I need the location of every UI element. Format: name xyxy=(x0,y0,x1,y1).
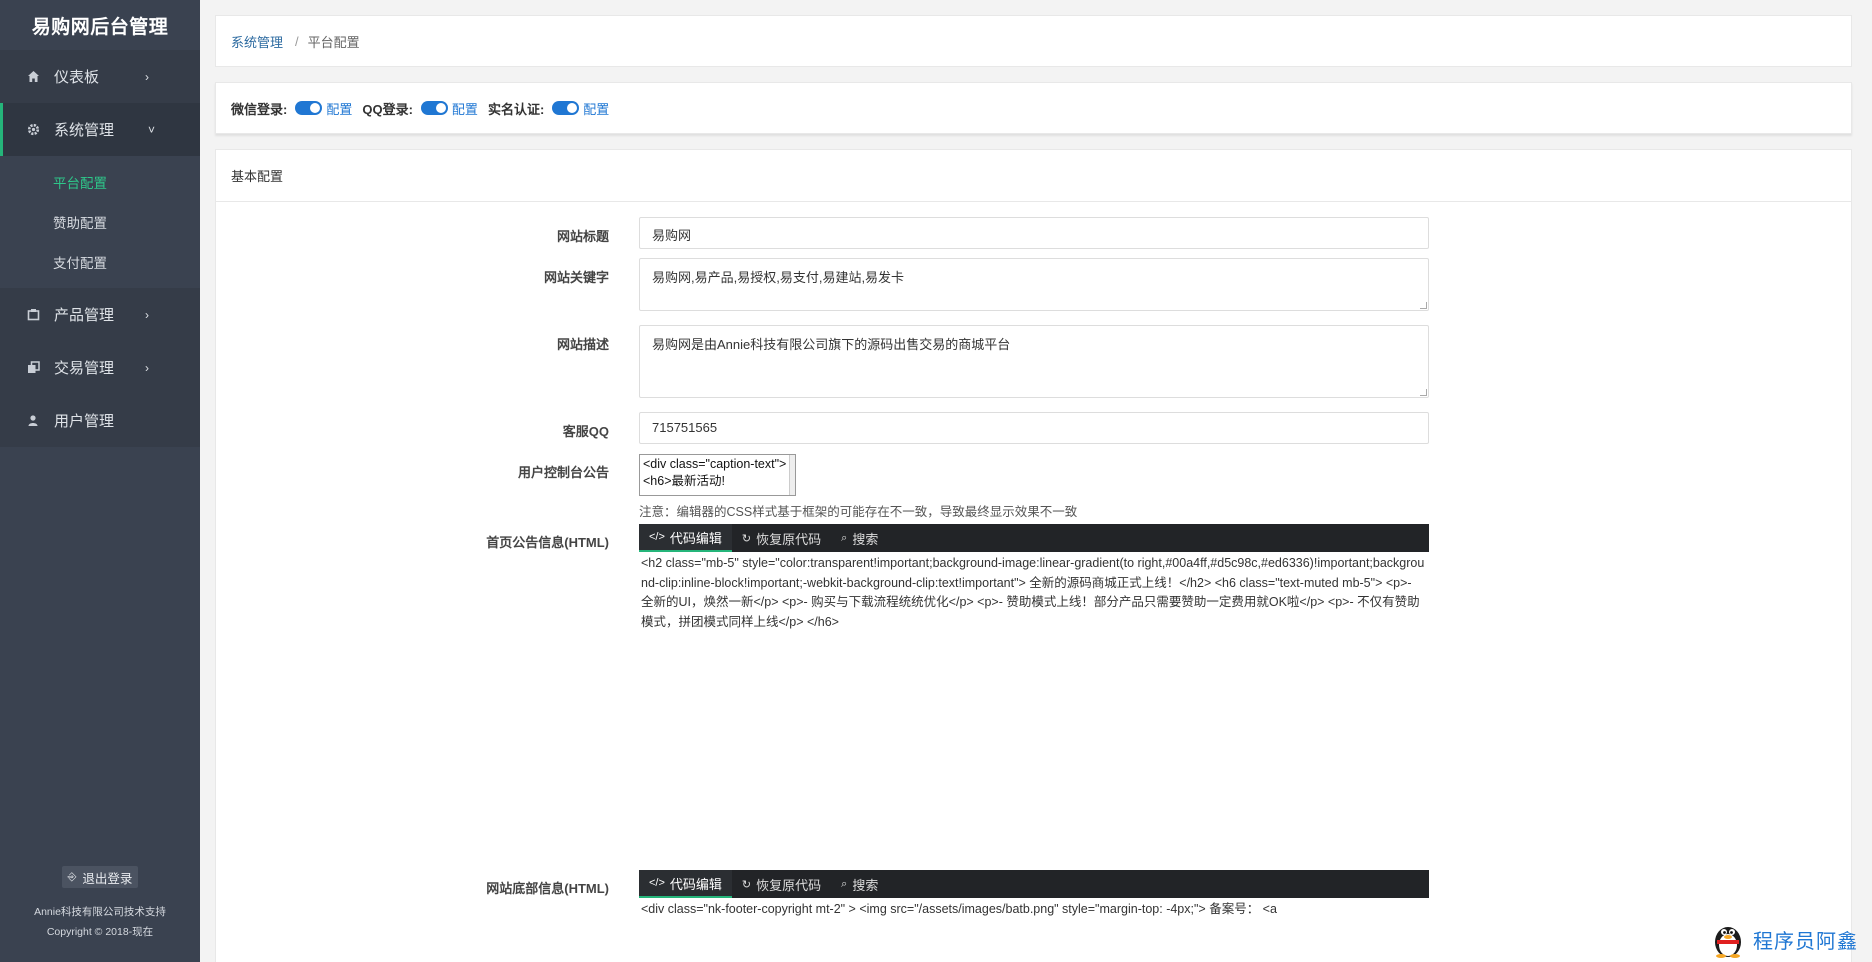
system-submenu: 平台配置 赞助配置 支付配置 xyxy=(0,156,200,288)
qq-login-switch[interactable] xyxy=(420,101,448,115)
sidebar-item-dashboard[interactable]: 仪表板 › xyxy=(0,50,200,103)
logout-button[interactable]: ⎆ 退出登录 xyxy=(61,866,139,888)
sidebar-item-system[interactable]: 系统管理 ˅ xyxy=(0,103,200,156)
home-icon xyxy=(26,70,40,84)
code-edit-tab[interactable]: </> 代码编辑 xyxy=(639,524,732,552)
sidebar-nav: 仪表板 › 系统管理 ˅ 平台配置 赞助配置 支付配置 产品管理 › 交易管理 … xyxy=(0,50,200,447)
main-content: 系统管理 / 平台配置 微信登录: 配置 QQ登录: 配置 实名认证: 配置 基… xyxy=(215,15,1852,962)
restore-code-button[interactable]: ↻ 恢复原代码 xyxy=(732,524,831,552)
search-icon: ⌕ xyxy=(841,877,848,890)
box-icon xyxy=(26,308,40,322)
search-button[interactable]: ⌕ 搜索 xyxy=(831,524,888,552)
code-icon: </> xyxy=(649,531,665,543)
tab-label: 代码编辑 xyxy=(669,530,722,546)
editor-hint-text: 注意：编辑器的CSS样式基于框架的可能存在不一致，导致最终显示效果不一致 xyxy=(639,505,1078,519)
user-icon xyxy=(26,414,40,428)
watermark-text: 程序员阿鑫 xyxy=(1753,930,1858,953)
realname-label: 实名认证: xyxy=(487,101,545,117)
tab-label: 恢复原代码 xyxy=(756,531,822,547)
login-toggles-bar: 微信登录: 配置 QQ登录: 配置 实名认证: 配置 xyxy=(215,82,1852,134)
copy-icon xyxy=(26,361,40,375)
sidebar-item-trades[interactable]: 交易管理 › xyxy=(0,341,200,394)
chevron-right-icon: › xyxy=(145,360,149,375)
submenu-item-sponsor-config[interactable]: 赞助配置 xyxy=(0,202,200,242)
copyright-text: Copyright © 2018-现在 xyxy=(46,926,154,938)
breadcrumb-separator: / xyxy=(295,33,299,49)
tab-label: 恢复原代码 xyxy=(756,877,822,893)
description-label: 网站描述 xyxy=(556,337,609,352)
search-button[interactable]: ⌕ 搜索 xyxy=(831,870,888,898)
site-title-input[interactable]: 易购网 xyxy=(639,217,1429,249)
footer-code-editor[interactable]: <div class="nk-footer-copyright mt-2" > … xyxy=(639,900,1429,920)
refresh-icon: ↻ xyxy=(741,878,752,891)
panel-title: 基本配置 xyxy=(216,150,1851,202)
breadcrumb-current: 平台配置 xyxy=(307,34,360,50)
sidebar-item-users[interactable]: 用户管理 xyxy=(0,394,200,447)
gear-icon xyxy=(26,123,40,137)
site-title-label: 网站标题 xyxy=(556,229,609,244)
submenu-item-platform-config[interactable]: 平台配置 xyxy=(0,162,200,202)
brand-title: 易购网后台管理 xyxy=(31,16,169,38)
code-icon: </> xyxy=(649,877,665,889)
notice-label: 用户控制台公告 xyxy=(517,465,609,480)
restore-code-button[interactable]: ↻ 恢复原代码 xyxy=(732,870,831,898)
footer-label: 网站底部信息(HTML) xyxy=(486,881,609,896)
refresh-icon: ↻ xyxy=(741,532,752,545)
sidebar-footer: ⎆ 退出登录 Annie科技有限公司技术支持 Copyright © 2018-… xyxy=(0,866,200,962)
sidebar-item-products[interactable]: 产品管理 › xyxy=(0,288,200,341)
notice-value: <div class="caption-text"><h6>最新活动! xyxy=(643,457,787,488)
realname-config-link[interactable]: 配置 xyxy=(583,99,609,118)
tab-label: 搜索 xyxy=(852,531,879,547)
scrollbar[interactable] xyxy=(789,455,795,495)
chevron-right-icon: › xyxy=(145,69,149,84)
qq-login-label: QQ登录: xyxy=(362,101,413,117)
sidebar-item-label: 系统管理 xyxy=(54,122,115,139)
support-text: Annie科技有限公司技术支持 xyxy=(34,906,166,918)
sidebar-item-label: 用户管理 xyxy=(54,413,115,430)
tab-label: 代码编辑 xyxy=(669,876,722,892)
description-textarea[interactable]: 易购网是由Annie科技有限公司旗下的源码出售交易的商城平台 xyxy=(639,325,1429,398)
qq-input[interactable]: 715751565 xyxy=(639,412,1429,444)
description-value: 易购网是由Annie科技有限公司旗下的源码出售交易的商城平台 xyxy=(652,337,1011,352)
watermark: 程序员阿鑫 xyxy=(1709,920,1858,958)
resize-handle[interactable] xyxy=(1420,302,1427,309)
qq-label: 客服QQ xyxy=(562,424,609,439)
home-notice-editor-toolbar: </> 代码编辑 ↻ 恢复原代码 ⌕ 搜索 xyxy=(639,524,1429,552)
sidebar-item-label: 产品管理 xyxy=(54,307,115,324)
sidebar-item-label: 仪表板 xyxy=(54,69,100,86)
home-notice-label: 首页公告信息(HTML) xyxy=(486,535,609,550)
breadcrumb-link-system[interactable]: 系统管理 xyxy=(231,32,283,51)
sidebar: 易购网后台管理 仪表板 › 系统管理 ˅ 平台配置 赞助配置 支付配置 产品管理 xyxy=(0,0,200,962)
tab-label: 搜索 xyxy=(852,877,879,893)
basic-config-panel: 基本配置 网站标题 易购网 网站关键字 易购网,易产品,易授权,易支付,易建站,… xyxy=(215,149,1852,962)
code-edit-tab[interactable]: </> 代码编辑 xyxy=(639,870,732,898)
realname-switch[interactable] xyxy=(552,101,580,115)
submenu-item-payment-config[interactable]: 支付配置 xyxy=(0,242,200,282)
breadcrumb: 系统管理 / 平台配置 xyxy=(215,15,1852,67)
notice-textarea[interactable]: <div class="caption-text"><h6>最新活动! xyxy=(639,454,796,496)
chevron-right-icon: › xyxy=(145,307,149,322)
resize-handle[interactable] xyxy=(1420,389,1427,396)
logout-label: 退出登录 xyxy=(82,871,133,886)
chevron-down-icon: ˅ xyxy=(148,122,156,137)
wechat-login-switch[interactable] xyxy=(295,101,323,115)
search-icon: ⌕ xyxy=(841,531,848,544)
wechat-config-link[interactable]: 配置 xyxy=(326,99,352,118)
home-notice-code-editor[interactable]: <h2 class="mb-5" style="color:transparen… xyxy=(639,554,1429,804)
qq-config-link[interactable]: 配置 xyxy=(452,99,478,118)
keywords-value: 易购网,易产品,易授权,易支付,易建站,易发卡 xyxy=(652,270,905,285)
footer-editor-toolbar: </> 代码编辑 ↻ 恢复原代码 ⌕ 搜索 xyxy=(639,870,1429,898)
penguin-icon xyxy=(1709,920,1747,958)
keywords-textarea[interactable]: 易购网,易产品,易授权,易支付,易建站,易发卡 xyxy=(639,258,1429,311)
wechat-login-label: 微信登录: xyxy=(231,101,288,117)
keywords-label: 网站关键字 xyxy=(543,270,609,285)
logout-icon: ⎆ xyxy=(67,870,77,883)
sidebar-item-label: 交易管理 xyxy=(54,360,115,377)
